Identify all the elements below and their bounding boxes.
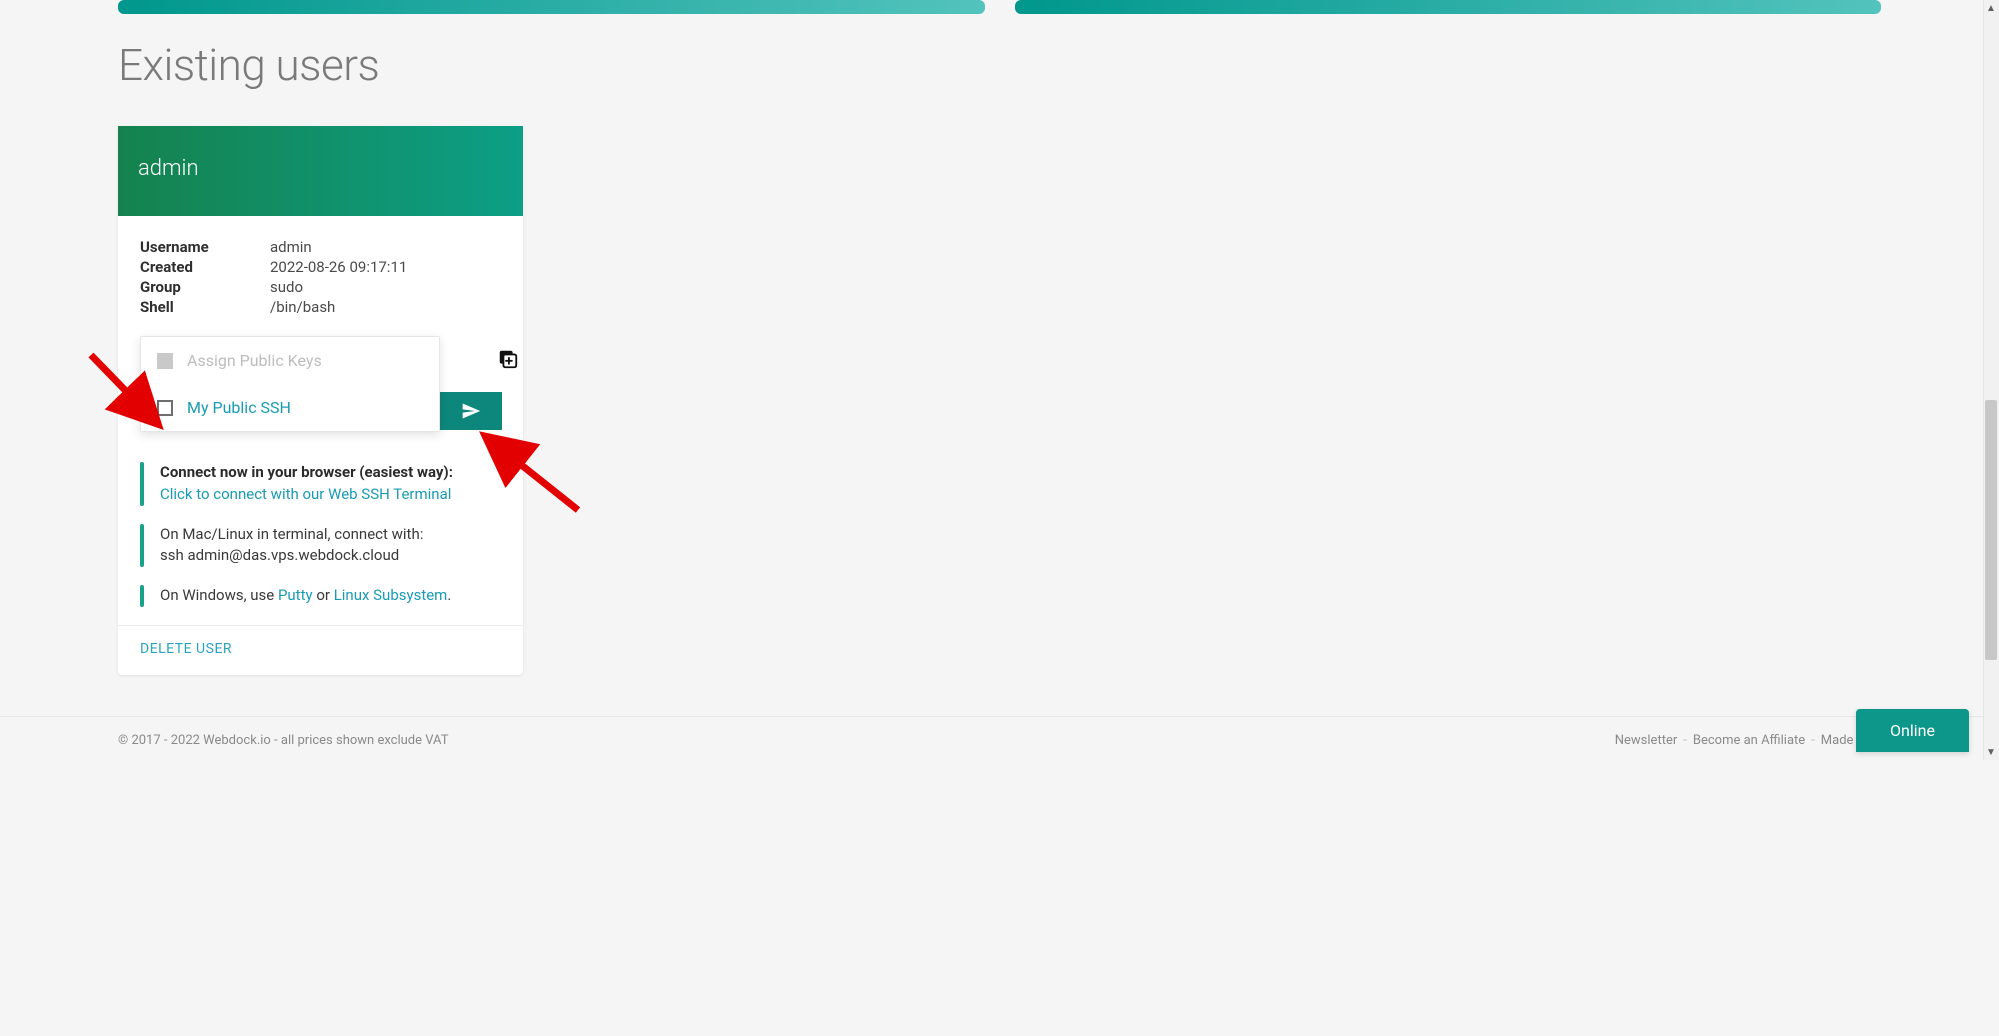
vertical-scrollbar[interactable]: ▲ ▼ bbox=[1983, 0, 1999, 760]
page-root: Existing users admin Username admin Crea… bbox=[0, 0, 1999, 760]
linux-subsystem-link[interactable]: Linux Subsystem bbox=[334, 586, 448, 604]
keys-area: Assign Public Keys My Public SSH bbox=[140, 336, 501, 436]
user-card-body: Username admin Created 2022-08-26 09:17:… bbox=[118, 216, 523, 446]
top-banner-row bbox=[0, 0, 1999, 14]
connect-windows: On Windows, use Putty or Linux Subsystem… bbox=[140, 585, 501, 607]
putty-link[interactable]: Putty bbox=[278, 586, 313, 604]
user-card: admin Username admin Created 2022-08-26 … bbox=[118, 126, 523, 675]
windows-suffix: . bbox=[447, 586, 451, 604]
connect-instructions: Connect now in your browser (easiest way… bbox=[118, 446, 523, 607]
key-option-label[interactable]: My Public SSH bbox=[187, 398, 291, 417]
mac-linux-line2: ssh admin@das.vps.webdock.cloud bbox=[160, 546, 399, 564]
add-to-collection-icon bbox=[497, 348, 519, 370]
page-footer: © 2017 - 2022 Webdock.io - all prices sh… bbox=[0, 716, 1999, 760]
user-card-footer: DELETE USER bbox=[118, 625, 523, 675]
assign-keys-dropdown[interactable]: Assign Public Keys My Public SSH bbox=[140, 336, 440, 432]
banner-right bbox=[1015, 0, 1882, 14]
group-label: Group bbox=[140, 278, 270, 296]
footer-sep: - bbox=[1683, 733, 1687, 748]
info-row-username: Username admin bbox=[140, 238, 501, 256]
assign-keys-option[interactable]: My Public SSH bbox=[141, 384, 439, 431]
footer-sep: - bbox=[1811, 733, 1815, 748]
info-row-group: Group sudo bbox=[140, 278, 501, 296]
web-ssh-link[interactable]: Click to connect with our Web SSH Termin… bbox=[160, 485, 451, 503]
footer-copyright: © 2017 - 2022 Webdock.io - all prices sh… bbox=[118, 733, 448, 748]
user-name: admin bbox=[138, 156, 199, 181]
shell-label: Shell bbox=[140, 298, 270, 316]
accent-bar-icon bbox=[140, 462, 144, 506]
assign-keys-placeholder: Assign Public Keys bbox=[187, 351, 322, 370]
username-value: admin bbox=[270, 238, 312, 256]
mac-linux-line1: On Mac/Linux in terminal, connect with: bbox=[160, 525, 423, 543]
scroll-down-icon[interactable]: ▼ bbox=[1983, 744, 1999, 760]
checkbox-placeholder-icon bbox=[157, 353, 173, 369]
username-label: Username bbox=[140, 238, 270, 256]
online-status-button[interactable]: Online bbox=[1856, 709, 1969, 752]
group-value: sudo bbox=[270, 278, 303, 296]
section-title: Existing users bbox=[118, 39, 1999, 91]
shell-value: /bin/bash bbox=[270, 298, 335, 316]
created-label: Created bbox=[140, 258, 270, 276]
created-value: 2022-08-26 09:17:11 bbox=[270, 258, 407, 276]
scroll-up-icon[interactable]: ▲ bbox=[1983, 0, 1999, 16]
info-row-shell: Shell /bin/bash bbox=[140, 298, 501, 316]
accent-bar-icon bbox=[140, 585, 144, 607]
connect-browser-title: Connect now in your browser (easiest way… bbox=[160, 463, 453, 481]
windows-prefix: On Windows, use bbox=[160, 586, 278, 604]
banner-left bbox=[118, 0, 985, 14]
scroll-thumb[interactable] bbox=[1985, 400, 1997, 660]
connect-mac-linux: On Mac/Linux in terminal, connect with: … bbox=[140, 524, 501, 568]
affiliate-link[interactable]: Become an Affiliate bbox=[1693, 733, 1805, 748]
info-row-created: Created 2022-08-26 09:17:11 bbox=[140, 258, 501, 276]
newsletter-link[interactable]: Newsletter bbox=[1615, 733, 1678, 748]
submit-keys-button[interactable] bbox=[440, 392, 502, 430]
key-option-checkbox[interactable] bbox=[157, 400, 173, 416]
user-card-header: admin bbox=[118, 126, 523, 216]
delete-user-button[interactable]: DELETE USER bbox=[140, 641, 232, 657]
send-icon bbox=[461, 401, 481, 421]
windows-mid: or bbox=[313, 586, 334, 604]
connect-browser: Connect now in your browser (easiest way… bbox=[140, 462, 501, 506]
online-label: Online bbox=[1890, 721, 1935, 740]
accent-bar-icon bbox=[140, 524, 144, 568]
footer-links: Newsletter - Become an Affiliate - Made … bbox=[1615, 733, 1881, 748]
add-key-icon[interactable] bbox=[497, 348, 519, 370]
assign-keys-placeholder-row: Assign Public Keys bbox=[141, 337, 439, 384]
